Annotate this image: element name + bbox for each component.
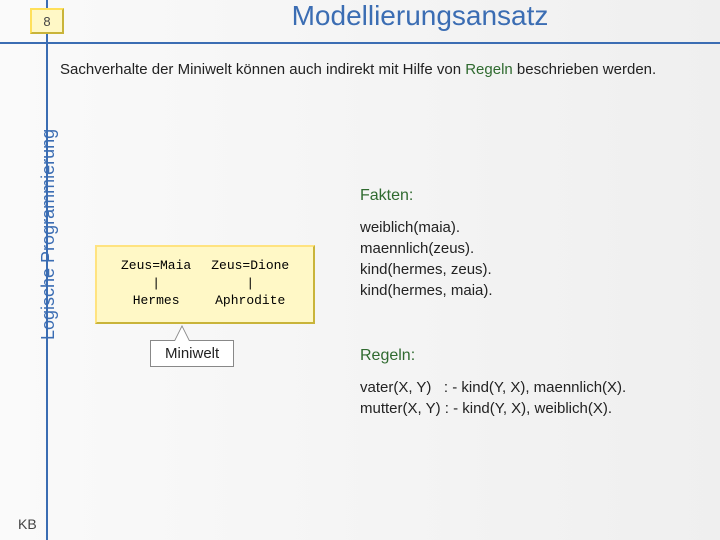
sidebar-label: Logische Programmierung [38,129,59,340]
slide-title: Modellierungsansatz [150,0,690,32]
facts-block: Fakten: weiblich(maia). maennlich(zeus).… [360,185,695,301]
tree-cell: Zeus=Dione [201,257,299,275]
rule-line: mutter(X, Y) : - kind(Y, X), weiblich(X)… [360,398,695,419]
callout-tail [175,327,189,341]
fact-line: kind(hermes, zeus). [360,259,695,280]
facts-heading: Fakten: [360,185,695,207]
fact-line: kind(hermes, maia). [360,280,695,301]
intro-after: beschrieben werden. [513,61,656,78]
rule-line: vater(X, Y) : - kind(Y, X), maennlich(X)… [360,377,695,398]
intro-keyword: Regeln [465,61,513,78]
tree-cell: | [111,275,201,293]
miniwelt-callout: Miniwelt [150,340,234,367]
tree-cell: Zeus=Maia [111,257,201,275]
tree-cell: Hermes [111,292,201,310]
fact-line: weiblich(maia). [360,217,695,238]
intro-text: Sachverhalte der Miniwelt können auch in… [60,60,695,80]
tree-cell: Aphrodite [201,292,299,310]
rules-block: Regeln: vater(X, Y) : - kind(Y, X), maen… [360,345,695,419]
horizontal-rule [0,42,720,44]
footer-kb: KB [18,516,37,532]
callout-label: Miniwelt [165,345,219,362]
rules-heading: Regeln: [360,345,695,367]
tree-cell: | [201,275,299,293]
slide-number: 8 [30,8,64,34]
family-tree-box: Zeus=Maia Zeus=Dione | | Hermes Aphrodit… [95,245,315,324]
fact-line: maennlich(zeus). [360,238,695,259]
intro-before: Sachverhalte der Miniwelt können auch in… [60,61,465,78]
